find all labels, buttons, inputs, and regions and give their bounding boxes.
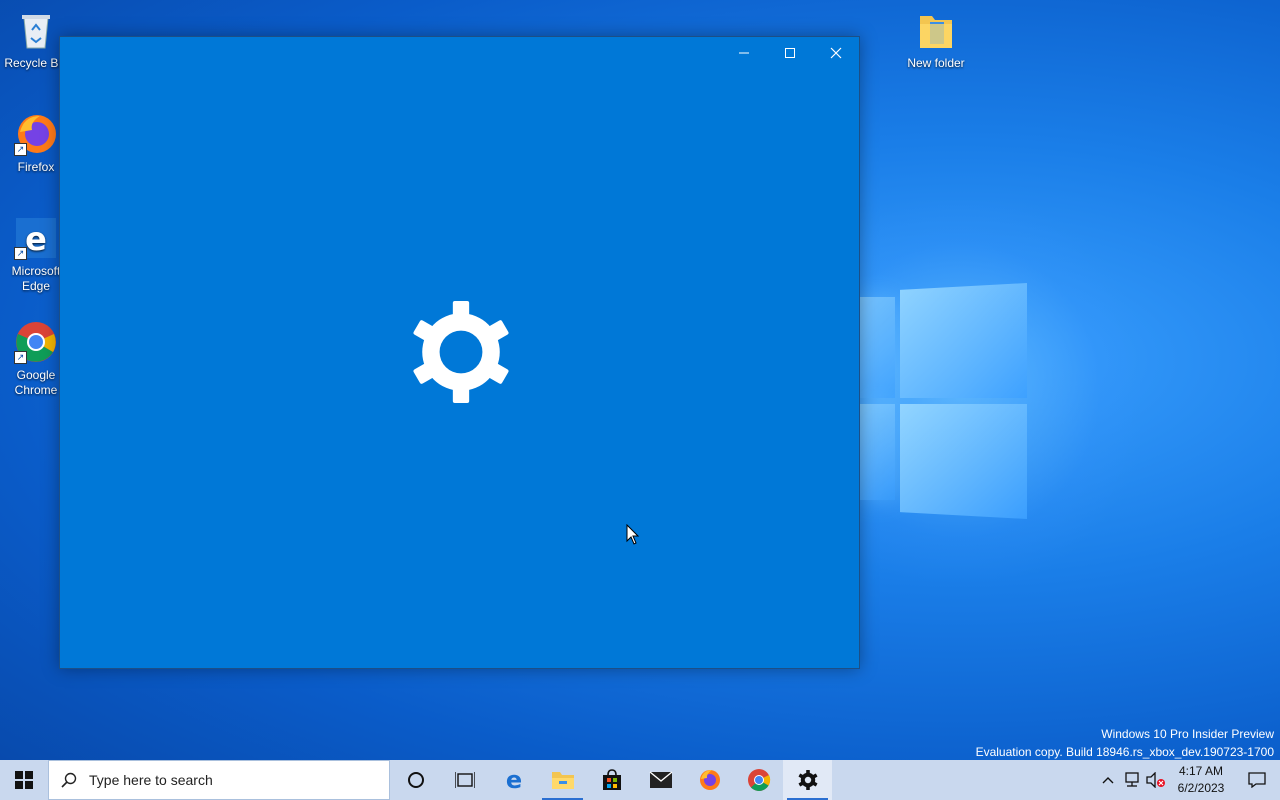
windows-logo-pane xyxy=(860,297,895,398)
cortana-icon xyxy=(407,772,424,788)
taskbar-settings[interactable] xyxy=(783,760,832,800)
close-button[interactable] xyxy=(813,37,859,69)
maximize-button[interactable] xyxy=(767,37,813,69)
taskbar-file-explorer[interactable] xyxy=(538,760,587,800)
svg-text:e: e xyxy=(25,220,47,258)
mail-icon xyxy=(649,771,672,788)
close-icon xyxy=(830,47,842,59)
watermark-line: Evaluation copy. Build 18946.rs_xbox_dev… xyxy=(975,745,1274,759)
firefox-icon: ↗ xyxy=(14,112,58,156)
taskbar-mail[interactable] xyxy=(636,760,685,800)
windows-logo-pane xyxy=(860,404,895,500)
network-icon xyxy=(1125,772,1139,787)
notification-icon xyxy=(1248,772,1266,788)
clock-date: 6/2/2023 xyxy=(1177,781,1225,795)
settings-gear-icon xyxy=(798,770,817,790)
recycle-bin-icon xyxy=(14,8,58,52)
windows-logo-pane xyxy=(900,404,1027,519)
search-icon xyxy=(49,772,89,788)
store-icon xyxy=(602,769,621,790)
task-view-icon xyxy=(454,772,475,788)
taskbar-firefox[interactable] xyxy=(685,760,734,800)
watermark-line: Windows 10 Pro Insider Preview xyxy=(1101,727,1274,741)
desktop-icon-new-folder[interactable]: New folder xyxy=(900,8,972,71)
maximize-icon xyxy=(785,48,795,58)
shortcut-arrow-icon: ↗ xyxy=(14,247,27,260)
edge-icon: e xyxy=(505,768,521,792)
volume-muted-icon xyxy=(1146,772,1165,788)
taskbar-store[interactable] xyxy=(587,760,636,800)
svg-text:e: e xyxy=(505,768,521,792)
search-box[interactable]: Type here to search xyxy=(48,760,390,800)
chrome-icon: ↗ xyxy=(14,320,58,364)
minimize-button[interactable] xyxy=(721,37,767,69)
minimize-icon xyxy=(739,52,749,54)
chevron-up-icon xyxy=(1102,777,1114,784)
desktop-icon-label: New folder xyxy=(907,56,965,70)
taskbar-edge[interactable]: e xyxy=(489,760,538,800)
taskbar-chrome[interactable] xyxy=(734,760,783,800)
edge-icon: e ↗ xyxy=(14,216,58,260)
start-button[interactable] xyxy=(0,760,48,800)
gear-icon xyxy=(413,301,509,403)
firefox-icon xyxy=(699,770,720,790)
shortcut-arrow-icon: ↗ xyxy=(14,143,27,156)
windows-start-icon xyxy=(15,771,33,789)
network-button[interactable] xyxy=(1120,760,1144,800)
window-controls xyxy=(721,37,859,69)
system-tray: 4:17 AM 6/2/2023 xyxy=(1096,760,1280,800)
settings-window[interactable] xyxy=(59,36,860,669)
search-placeholder: Type here to search xyxy=(89,772,213,788)
show-hidden-icons-button[interactable] xyxy=(1096,760,1120,800)
file-explorer-icon xyxy=(551,772,574,789)
windows-logo-pane xyxy=(900,283,1027,398)
evaluation-watermark: Windows 10 Pro Insider Preview Evaluatio… xyxy=(976,725,1274,761)
volume-button[interactable] xyxy=(1144,760,1168,800)
shortcut-arrow-icon: ↗ xyxy=(14,351,27,364)
taskbar-clock[interactable]: 4:17 AM 6/2/2023 xyxy=(1168,763,1234,797)
action-center-button[interactable] xyxy=(1234,760,1280,800)
taskbar: Type here to search e 4:17 AM 6/2/2023 xyxy=(0,760,1280,800)
chrome-icon xyxy=(747,769,770,791)
folder-icon xyxy=(914,8,958,52)
mouse-cursor-icon xyxy=(626,524,640,545)
clock-time: 4:17 AM xyxy=(1178,764,1224,778)
cortana-button[interactable] xyxy=(391,760,440,800)
task-view-button[interactable] xyxy=(440,760,489,800)
